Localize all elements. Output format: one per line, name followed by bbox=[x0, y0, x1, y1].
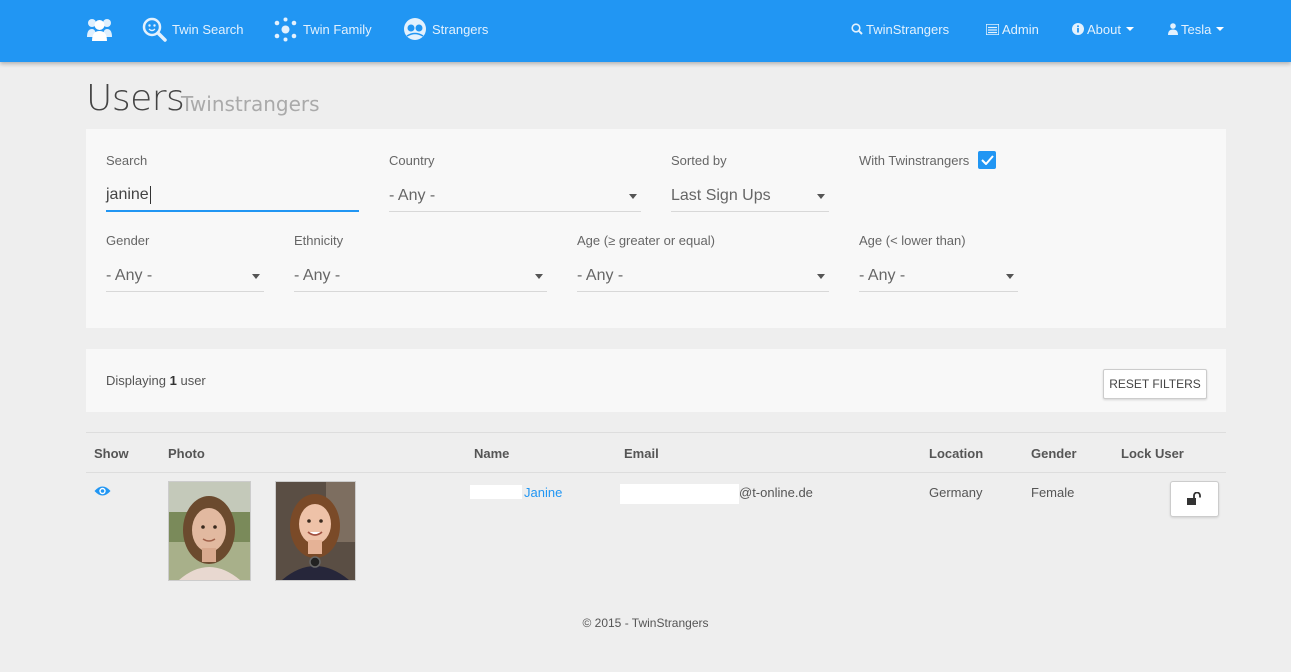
column-header-photo: Photo bbox=[168, 446, 205, 461]
user-email: @t-online.de bbox=[739, 485, 813, 500]
nav-user-label: Tesla bbox=[1181, 21, 1212, 37]
face-search-icon bbox=[142, 17, 167, 42]
gender-select[interactable]: - Any - bbox=[106, 260, 264, 292]
checkmark-icon bbox=[980, 155, 994, 165]
text-cursor bbox=[149, 186, 151, 204]
age-lt-select[interactable]: - Any - bbox=[859, 260, 1018, 292]
user-photo bbox=[168, 481, 251, 581]
nav-user-dropdown[interactable]: Tesla bbox=[1168, 0, 1225, 58]
redacted-surname bbox=[470, 485, 522, 499]
reset-filters-button[interactable]: RESET FILTERS bbox=[1103, 369, 1207, 399]
gender-select-value: - Any - bbox=[106, 266, 153, 284]
lock-user-button[interactable] bbox=[1170, 481, 1219, 517]
nav-admin[interactable]: Admin bbox=[986, 0, 1039, 58]
age-lt-label: Age (< lower than) bbox=[859, 233, 966, 248]
with-twinstrangers-label: With Twinstrangers bbox=[859, 153, 970, 168]
nav-twinstrangers[interactable]: TwinStrangers bbox=[851, 0, 949, 58]
chevron-down-icon bbox=[1125, 27, 1134, 31]
dropdown-arrow-icon bbox=[1006, 274, 1014, 279]
country-select[interactable]: - Any - bbox=[389, 180, 641, 212]
nav-twin-search-label: Twin Search bbox=[172, 21, 244, 37]
nav-twin-family-label: Twin Family bbox=[303, 21, 372, 37]
twin-photo bbox=[275, 481, 356, 581]
results-count: 1 bbox=[169, 373, 177, 388]
with-twinstrangers-checkbox[interactable] bbox=[978, 151, 996, 169]
age-gte-select[interactable]: - Any - bbox=[577, 260, 829, 292]
age-lt-select-value: - Any - bbox=[859, 266, 906, 284]
eye-icon[interactable] bbox=[94, 485, 111, 500]
search-input-value: janine bbox=[106, 186, 149, 203]
user-name-link[interactable]: Janine bbox=[524, 485, 562, 500]
country-select-value: - Any - bbox=[389, 186, 436, 204]
dropdown-arrow-icon bbox=[629, 194, 637, 199]
users-table: Show Photo Name Email Location Gender Lo… bbox=[86, 432, 1226, 592]
age-gte-select-value: - Any - bbox=[577, 266, 624, 284]
footer-copyright: © 2015 - TwinStrangers bbox=[582, 616, 709, 630]
table-header: Show Photo Name Email Location Gender Lo… bbox=[86, 432, 1226, 473]
top-navbar: Twin Search Twin Family Strangers TwinSt… bbox=[0, 0, 1291, 62]
country-label: Country bbox=[389, 153, 435, 168]
user-location: Germany bbox=[929, 485, 983, 500]
family-network-icon bbox=[273, 17, 298, 42]
ethnicity-select-value: - Any - bbox=[294, 266, 341, 284]
sorted-by-label: Sorted by bbox=[671, 153, 727, 168]
column-header-lock-user: Lock User bbox=[1121, 446, 1184, 461]
home-logo-link[interactable] bbox=[86, 0, 118, 58]
filter-panel bbox=[86, 129, 1226, 328]
sorted-by-select-value: Last Sign Ups bbox=[671, 186, 771, 204]
user-gender: Female bbox=[1031, 485, 1075, 500]
ethnicity-select[interactable]: - Any - bbox=[294, 260, 547, 292]
user-icon bbox=[1168, 23, 1178, 35]
nav-about-label: About bbox=[1087, 21, 1121, 37]
ethnicity-label: Ethnicity bbox=[294, 233, 344, 248]
results-prefix: Displaying bbox=[106, 373, 166, 388]
nav-about-dropdown[interactable]: About bbox=[1072, 0, 1134, 58]
page-subtitle: Twinstrangers bbox=[181, 92, 320, 116]
gender-label: Gender bbox=[106, 233, 150, 248]
nav-strangers-label: Strangers bbox=[432, 21, 489, 37]
nav-twin-family[interactable]: Twin Family bbox=[273, 0, 372, 58]
sorted-by-select[interactable]: Last Sign Ups bbox=[671, 180, 829, 212]
nav-strangers[interactable]: Strangers bbox=[403, 0, 488, 58]
nav-twinstrangers-label: TwinStrangers bbox=[866, 21, 950, 37]
results-count-text: Displaying 1 user bbox=[106, 373, 206, 388]
search-label: Search bbox=[106, 153, 148, 168]
column-header-gender: Gender bbox=[1031, 446, 1077, 461]
column-header-show: Show bbox=[94, 446, 129, 461]
dropdown-arrow-icon bbox=[535, 274, 543, 279]
globe-faces-icon bbox=[403, 17, 427, 41]
column-header-name: Name bbox=[474, 446, 510, 461]
users-logo-icon bbox=[86, 17, 113, 41]
column-header-location: Location bbox=[929, 446, 984, 461]
dropdown-arrow-icon bbox=[817, 194, 825, 199]
list-icon bbox=[986, 23, 999, 35]
chevron-down-icon bbox=[1216, 27, 1225, 31]
redacted-email bbox=[620, 484, 739, 504]
nav-admin-label: Admin bbox=[1002, 21, 1039, 37]
unlock-icon bbox=[1186, 492, 1201, 505]
dropdown-arrow-icon bbox=[817, 274, 825, 279]
results-panel bbox=[86, 349, 1226, 412]
page-title: Users bbox=[86, 78, 185, 119]
results-suffix: user bbox=[180, 373, 206, 388]
dropdown-arrow-icon bbox=[252, 274, 260, 279]
column-header-email: Email bbox=[624, 446, 659, 461]
nav-twin-search[interactable]: Twin Search bbox=[142, 0, 244, 58]
info-icon bbox=[1072, 23, 1084, 35]
age-gte-label: Age (≥ greater or equal) bbox=[577, 233, 715, 248]
search-icon bbox=[851, 23, 863, 35]
search-input[interactable]: janine bbox=[106, 180, 359, 212]
